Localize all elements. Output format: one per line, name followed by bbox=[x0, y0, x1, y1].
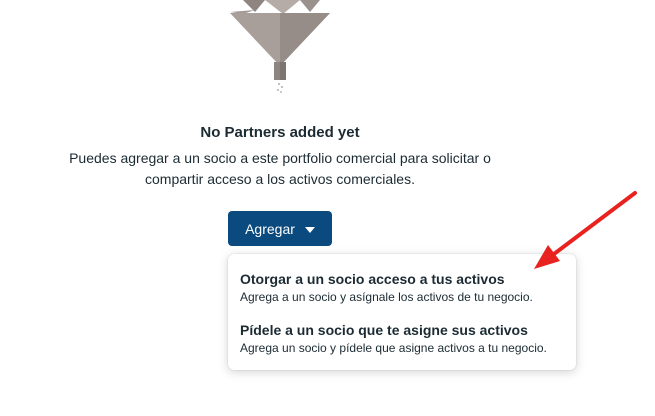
menu-item-description: Agrega un socio y pídele que asigne acti… bbox=[240, 341, 547, 355]
funnel-illustration-icon bbox=[230, 0, 330, 93]
red-arrow-icon bbox=[534, 191, 637, 269]
menu-item-title: Otorgar a un socio acceso a tus activos bbox=[240, 271, 505, 287]
empty-state-description: Puedes agregar a un socio a este portfol… bbox=[69, 150, 491, 187]
partners-page: No Partners added yet Puedes agregar a u… bbox=[0, 0, 655, 416]
menu-item-description: Agrega a un socio y asígnale los activos… bbox=[240, 290, 533, 304]
menu-item-request-access[interactable]: Pídele a un socio que te asigne sus acti… bbox=[228, 313, 576, 364]
caret-down-icon bbox=[304, 226, 315, 233]
menu-item-title: Pídele a un socio que te asigne sus acti… bbox=[240, 322, 528, 338]
empty-state-title: No Partners added yet bbox=[200, 124, 360, 141]
add-partner-button[interactable]: Agregar bbox=[228, 211, 332, 246]
add-button-label: Agregar bbox=[245, 220, 295, 237]
